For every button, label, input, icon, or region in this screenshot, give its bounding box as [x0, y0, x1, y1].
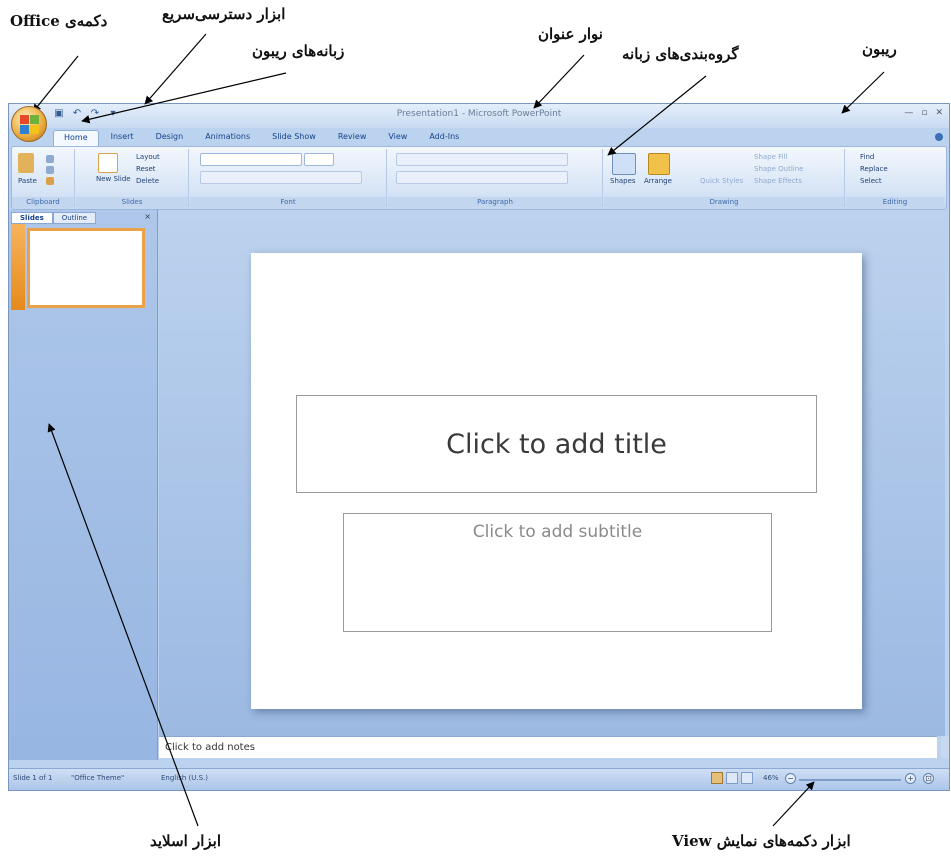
slide-canvas[interactable]: Click to add title Click to add subtitle — [251, 253, 862, 709]
tab-review[interactable]: Review — [328, 130, 377, 146]
copy-icon[interactable] — [46, 166, 54, 174]
shapes-icon[interactable] — [612, 153, 636, 175]
new-slide-icon[interactable] — [98, 153, 118, 173]
shapes-button[interactable]: Shapes — [610, 177, 636, 185]
slides-pane: Slides Outline × — [9, 210, 158, 760]
group-font: Font — [190, 149, 387, 207]
new-slide-button[interactable]: New Slide — [96, 175, 131, 183]
font-format-buttons[interactable] — [200, 171, 362, 184]
title-bar: Presentation1 - Microsoft PowerPoint ▣ ↶… — [9, 104, 949, 128]
format-painter-icon[interactable] — [46, 177, 54, 185]
group-label-paragraph: Paragraph — [388, 197, 602, 207]
window-title: Presentation1 - Microsoft PowerPoint — [396, 109, 562, 119]
subtitle-placeholder[interactable]: Click to add subtitle — [343, 513, 772, 632]
zoom-level[interactable]: 46% — [763, 774, 779, 782]
slide-selection-bar — [11, 224, 25, 310]
shape-effects-button[interactable]: Shape Effects — [754, 177, 802, 185]
undo-icon[interactable]: ↶ — [71, 108, 83, 120]
quick-styles-button[interactable]: Quick Styles — [700, 177, 743, 185]
ribbon: Paste Clipboard New Slide Layout Reset D… — [11, 146, 947, 210]
tab-insert[interactable]: Insert — [101, 130, 144, 146]
group-clipboard: Paste Clipboard — [12, 149, 75, 207]
close-icon[interactable]: ✕ — [935, 108, 943, 118]
office-button[interactable] — [11, 106, 47, 142]
view-buttons — [711, 772, 753, 784]
font-size-select[interactable] — [304, 153, 334, 166]
tab-outline[interactable]: Outline — [52, 212, 97, 224]
save-icon[interactable]: ▣ — [53, 108, 65, 120]
alignment-buttons[interactable] — [396, 171, 568, 184]
cut-icon[interactable] — [46, 155, 54, 163]
customize-qat-icon[interactable]: ▾ — [107, 108, 119, 120]
group-label-slides: Slides — [76, 197, 188, 207]
notes-pane[interactable]: Click to add notes — [159, 736, 937, 758]
find-button[interactable]: Find — [860, 153, 874, 161]
slide-show-view-icon[interactable] — [741, 772, 753, 784]
paste-icon[interactable] — [18, 153, 34, 173]
delete-button[interactable]: Delete — [136, 177, 159, 185]
list-buttons[interactable] — [396, 153, 568, 166]
status-bar: Slide 1 of 1 "Office Theme" English (U.S… — [9, 768, 949, 790]
group-label-drawing: Drawing — [604, 197, 844, 207]
layout-button[interactable]: Layout — [136, 153, 160, 161]
quick-access-toolbar: ▣ ↶ ↷ ▾ — [53, 108, 119, 120]
group-slides: New Slide Layout Reset Delete Slides — [76, 149, 189, 207]
tab-animations[interactable]: Animations — [195, 130, 260, 146]
help-icon[interactable] — [935, 133, 943, 141]
zoom-out-icon[interactable]: − — [785, 773, 796, 784]
tab-design[interactable]: Design — [146, 130, 194, 146]
annotation-ribbon-tabs: زبانه‌های ریبون — [252, 42, 345, 60]
replace-button[interactable]: Replace — [860, 165, 888, 173]
language-indicator[interactable]: English (U.S.) — [161, 774, 208, 782]
zoom-in-icon[interactable]: + — [905, 773, 916, 784]
annotation-slides-tool: ابزار اسلاید — [150, 832, 221, 850]
maximize-icon[interactable]: ▫ — [921, 108, 927, 118]
window-controls: — ▫ ✕ — [904, 108, 943, 118]
notes-scrollbar[interactable] — [941, 736, 949, 758]
shape-outline-button[interactable]: Shape Outline — [754, 165, 803, 173]
theme-name: "Office Theme" — [71, 774, 125, 782]
group-drawing: Shapes Arrange Quick Styles Shape Fill S… — [604, 149, 845, 207]
slide-editor: Click to add title Click to add subtitle — [159, 210, 945, 736]
select-button[interactable]: Select — [860, 177, 882, 185]
zoom-slider[interactable] — [799, 779, 901, 781]
group-paragraph: Paragraph — [388, 149, 603, 207]
tab-view[interactable]: View — [378, 130, 417, 146]
paste-button[interactable]: Paste — [18, 177, 37, 185]
annotation-office-button: دکمه‌ی Office — [10, 12, 108, 30]
tab-slide-show[interactable]: Slide Show — [262, 130, 326, 146]
arrow-title-bar — [533, 54, 585, 109]
arrow-quick-access — [144, 33, 207, 105]
group-label-font: Font — [190, 197, 386, 207]
annotation-quick-access: ابزار دسترسی‌سریع — [162, 5, 286, 23]
redo-icon[interactable]: ↷ — [89, 108, 101, 120]
group-label-editing: Editing — [846, 197, 944, 207]
title-placeholder[interactable]: Click to add title — [296, 395, 817, 493]
shape-fill-button[interactable]: Shape Fill — [754, 153, 788, 161]
pane-tabs: Slides Outline — [11, 212, 97, 224]
minimize-icon[interactable]: — — [904, 108, 913, 118]
font-name-select[interactable] — [200, 153, 302, 166]
tab-home[interactable]: Home — [53, 130, 99, 146]
annotation-title-bar: نوار عنوان — [538, 25, 603, 43]
ribbon-tabs: Home Insert Design Animations Slide Show… — [53, 130, 469, 146]
arrange-icon[interactable] — [648, 153, 670, 175]
close-pane-icon[interactable]: × — [144, 212, 151, 221]
tab-slides[interactable]: Slides — [11, 212, 53, 224]
normal-view-icon[interactable] — [711, 772, 723, 784]
group-label-clipboard: Clipboard — [12, 197, 74, 207]
fit-slide-icon[interactable]: ⊡ — [923, 773, 934, 784]
slide-sorter-view-icon[interactable] — [726, 772, 738, 784]
reset-button[interactable]: Reset — [136, 165, 156, 173]
annotation-view-buttons: ابزار دکمه‌های نمایش View — [672, 832, 851, 850]
arrange-button[interactable]: Arrange — [644, 177, 672, 185]
powerpoint-window: Presentation1 - Microsoft PowerPoint ▣ ↶… — [8, 103, 950, 791]
annotation-ribbon: ریبون — [862, 40, 897, 58]
annotation-tab-groups: گروه‌بندی‌های زبانه — [622, 45, 739, 63]
tab-add-ins[interactable]: Add-Ins — [419, 130, 469, 146]
slide-count: Slide 1 of 1 — [13, 774, 53, 782]
group-editing: Find Replace Select Editing — [846, 149, 944, 207]
slide-thumbnail[interactable] — [27, 228, 145, 308]
